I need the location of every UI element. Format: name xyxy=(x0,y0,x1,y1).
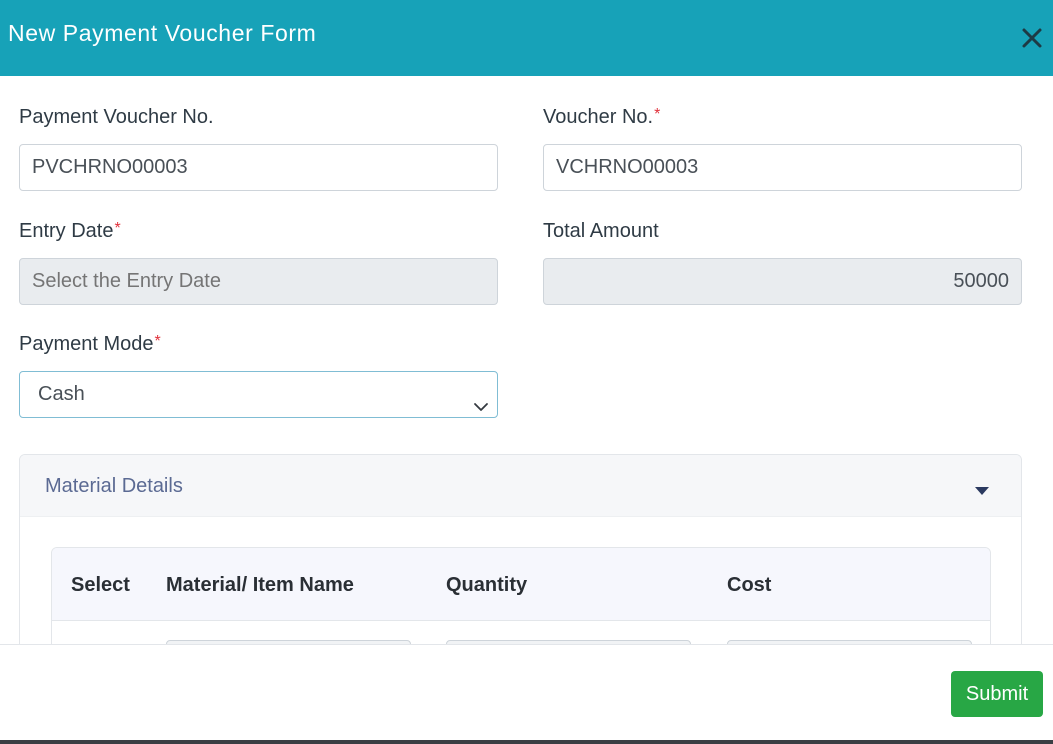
table-header: Select Material/ Item Name Quantity Cost xyxy=(52,548,990,621)
column-header-cost: Cost xyxy=(727,574,772,596)
payment-voucher-no-label: Payment Voucher No. xyxy=(19,106,214,128)
total-amount-input[interactable] xyxy=(543,258,1022,305)
material-details-header[interactable]: Material Details xyxy=(20,455,1021,517)
column-header-select: Select xyxy=(71,574,130,596)
required-mark: * xyxy=(154,333,161,350)
caret-down-icon[interactable] xyxy=(975,487,989,495)
chevron-down-icon xyxy=(473,387,489,411)
payment-mode-select[interactable]: Cash xyxy=(19,371,498,418)
close-icon[interactable] xyxy=(1018,24,1046,52)
column-header-material: Material/ Item Name xyxy=(166,574,354,596)
submit-button[interactable]: Submit xyxy=(951,671,1043,717)
modal-footer: Submit xyxy=(0,644,1053,741)
required-mark: * xyxy=(114,220,121,237)
modal-title: New Payment Voucher Form xyxy=(8,20,317,46)
voucher-no-label: Voucher No.* xyxy=(543,106,661,128)
payment-mode-selected-value: Cash xyxy=(38,383,85,405)
modal-header: New Payment Voucher Form xyxy=(0,0,1053,76)
entry-date-label: Entry Date* xyxy=(19,220,121,242)
payment-voucher-no-input[interactable] xyxy=(19,144,498,191)
voucher-no-input[interactable] xyxy=(543,144,1022,191)
required-mark: * xyxy=(654,106,661,123)
total-amount-label: Total Amount xyxy=(543,220,659,242)
page-bottom-edge xyxy=(0,740,1053,744)
payment-mode-label: Payment Mode* xyxy=(19,333,161,355)
entry-date-input[interactable] xyxy=(19,258,498,305)
material-details-title: Material Details xyxy=(45,475,183,497)
column-header-quantity: Quantity xyxy=(446,574,528,596)
